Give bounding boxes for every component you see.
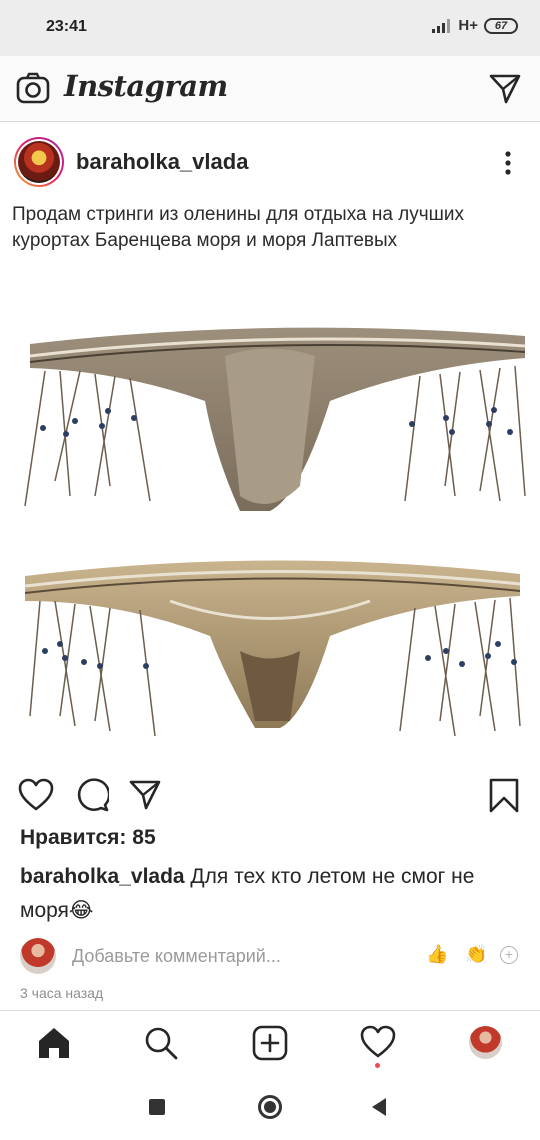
signal-icon [432,18,451,33]
battery-icon: 67 [484,17,518,34]
system-navigation-bar [0,1076,540,1140]
status-indicators: H+ 67 [432,17,518,34]
direct-message-icon[interactable] [488,72,522,106]
battery-level: 67 [494,19,508,32]
network-type: H+ [458,17,478,34]
caption-username[interactable]: baraholka_vlada [20,865,185,888]
post-timestamp: 3 часа назад [20,985,104,1001]
instagram-logo: Instagram [64,69,228,103]
thong-illustration [24,327,526,737]
post-caption: baraholka_vlada Для тех кто летом не смо… [20,860,525,928]
recent-apps-icon[interactable] [149,1099,165,1115]
post-actions [0,770,540,820]
activity-heart-icon[interactable] [360,1025,396,1059]
emoji-clap[interactable]: 👏 [465,944,487,965]
post-username[interactable]: baraholka_vlada [76,149,248,175]
post-image[interactable]: Продам стринги из оленины для отдыха на … [0,196,540,764]
comment-input[interactable]: Добавьте комментарий... [72,946,281,967]
like-heart-icon[interactable] [18,778,54,812]
likes-count[interactable]: Нравится: 85 [20,826,156,850]
notification-dot [375,1063,380,1068]
status-bar: 23:41 H+ 67 [0,0,540,56]
profile-avatar[interactable] [469,1026,502,1059]
more-options-icon[interactable] [502,150,514,176]
home-icon[interactable] [36,1025,72,1061]
current-user-avatar [20,938,56,974]
comment-row: Добавьте комментарий... 👍 👏 + [0,936,540,980]
comment-icon[interactable] [75,778,109,812]
system-home-icon[interactable] [258,1095,282,1119]
post-header: baraholka_vlada [0,124,540,196]
share-icon[interactable] [128,778,162,812]
post-author-avatar[interactable] [14,137,64,187]
camera-icon[interactable] [16,72,50,106]
back-icon[interactable] [372,1098,386,1116]
avatar-image [18,141,60,183]
add-emoji-icon[interactable]: + [500,946,518,964]
bottom-navigation [0,1010,540,1076]
save-bookmark-icon[interactable] [488,778,520,814]
status-time: 23:41 [46,18,87,35]
emoji-thumbs-up[interactable]: 👍 [426,944,448,965]
app-header: Instagram [0,56,540,122]
new-post-icon[interactable] [252,1025,288,1061]
search-icon[interactable] [143,1025,179,1061]
